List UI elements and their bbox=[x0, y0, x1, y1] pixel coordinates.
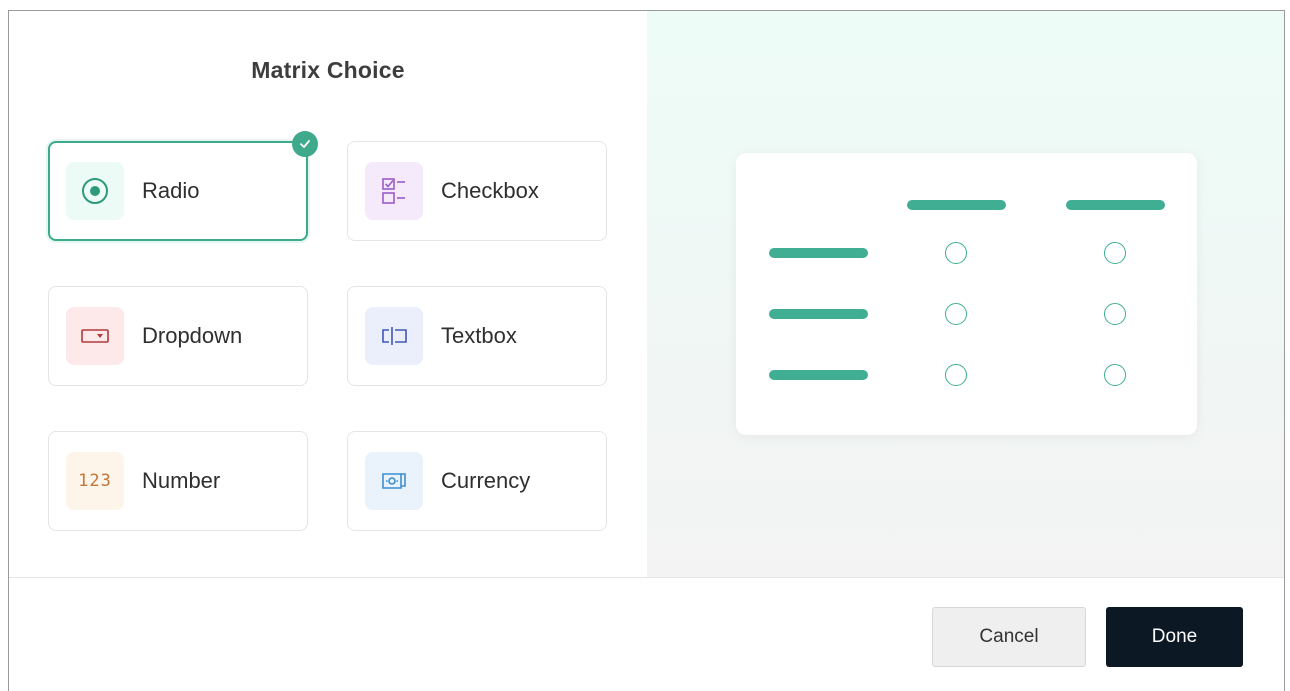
check-icon bbox=[292, 131, 318, 157]
option-textbox[interactable]: Textbox bbox=[347, 286, 607, 386]
option-label: Number bbox=[142, 468, 221, 493]
preview-radio-circle bbox=[945, 242, 967, 264]
preview-radio-circle bbox=[1104, 364, 1126, 386]
currency-icon bbox=[365, 452, 423, 510]
preview-radio-circle bbox=[945, 303, 967, 325]
dropdown-icon bbox=[66, 307, 124, 365]
option-panel: Matrix Choice Radio Checkbox Dropdown Te… bbox=[9, 11, 647, 577]
option-label: Textbox bbox=[441, 323, 517, 348]
number-icon: 123 bbox=[66, 452, 124, 510]
option-label: Currency bbox=[441, 468, 531, 493]
option-label: Dropdown bbox=[142, 323, 243, 348]
preview-row-label bbox=[769, 248, 868, 258]
preview-column-header bbox=[1066, 200, 1165, 210]
done-button[interactable]: Done bbox=[1106, 607, 1243, 667]
option-label: Radio bbox=[142, 178, 200, 203]
textbox-icon bbox=[365, 307, 423, 365]
preview-column-header bbox=[907, 200, 1006, 210]
option-radio[interactable]: Radio bbox=[48, 131, 318, 241]
option-number[interactable]: 123 Number bbox=[48, 431, 308, 531]
preview-radio-circle bbox=[945, 364, 967, 386]
option-currency[interactable]: Currency bbox=[347, 431, 607, 531]
matrix-preview-card bbox=[736, 153, 1197, 435]
preview-radio-circle bbox=[1104, 303, 1126, 325]
preview-panel bbox=[647, 11, 1284, 577]
preview-radio-circle bbox=[1104, 242, 1126, 264]
matrix-choice-dialog: Matrix Choice Radio Checkbox Dropdown Te… bbox=[8, 10, 1285, 691]
option-label: Checkbox bbox=[441, 178, 539, 203]
dialog-footer: Cancel Done bbox=[9, 577, 1284, 691]
number-icon-text: 123 bbox=[78, 471, 112, 491]
dialog-title: Matrix Choice bbox=[251, 57, 405, 83]
option-dropdown[interactable]: Dropdown bbox=[48, 286, 308, 386]
cancel-button[interactable]: Cancel bbox=[932, 607, 1086, 667]
preview-row-label bbox=[769, 370, 868, 380]
radio-icon bbox=[66, 162, 124, 220]
preview-row-label bbox=[769, 309, 868, 319]
option-checkbox[interactable]: Checkbox bbox=[347, 141, 607, 241]
checkbox-list-icon bbox=[365, 162, 423, 220]
